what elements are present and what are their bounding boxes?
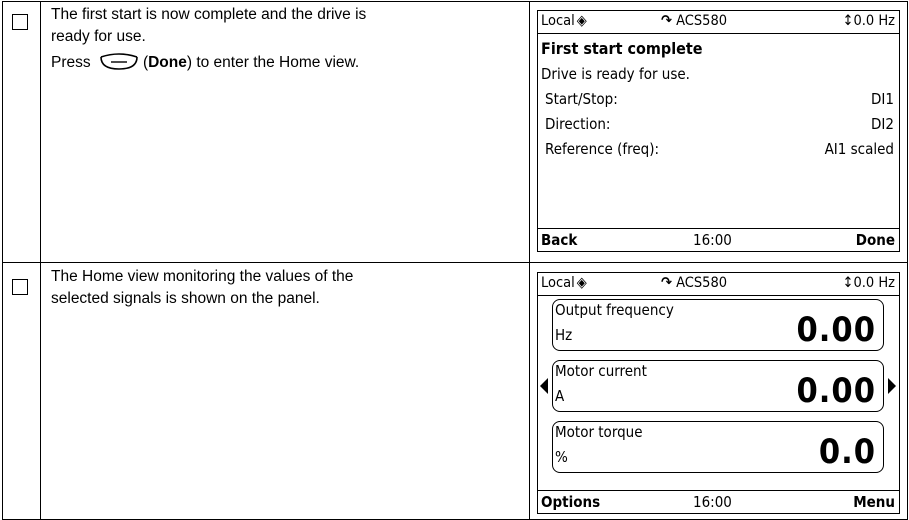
done-softkey[interactable]: Done: [856, 231, 895, 249]
step-checkbox-1[interactable]: [12, 14, 28, 30]
instruction-text-1: The first start is now complete and the …: [51, 4, 521, 78]
signal-name: Output frequency: [555, 301, 674, 319]
instruction-text-2: The Home view monitoring the values of t…: [51, 266, 521, 310]
instruction-line: selected signals is shown on the panel.: [51, 290, 320, 307]
panel-heading: First start complete: [541, 39, 703, 58]
control-location: Local ◈: [541, 13, 587, 29]
panel-status-bar: Local ◈ ↷ ACS580 ↕0.0 Hz: [538, 11, 899, 34]
signal-value: 0.0: [818, 432, 876, 472]
press-prefix: Press: [51, 54, 91, 71]
setting-label: Direction:: [545, 115, 611, 133]
signal-box-motor-current: Motor current A 0.00: [552, 360, 884, 412]
clock: 16:00: [693, 231, 732, 249]
back-softkey[interactable]: Back: [541, 231, 577, 249]
reference-value: ↕0.0 Hz: [842, 13, 895, 29]
signal-unit: Hz: [555, 326, 573, 344]
press-done-instruction: Press (Done) to enter the Home view.: [51, 51, 521, 78]
table-column-divider-1: [40, 1, 41, 520]
signal-value: 0.00: [796, 310, 876, 350]
table-left-border: [2, 1, 3, 520]
control-location: Local ◈: [541, 275, 587, 291]
scroll-left-arrow-icon[interactable]: [540, 378, 548, 394]
panel-softkey-bar: Options 16:00 Menu: [538, 490, 899, 513]
panel-status-bar: Local ◈ ↷ ACS580 ↕0.0 Hz: [538, 273, 899, 296]
instruction-line: The first start is now complete and the …: [51, 6, 367, 23]
table-top-border: [2, 1, 908, 2]
table-column-divider-2: [529, 1, 530, 520]
control-panel-display-1: Local ◈ ↷ ACS580 ↕0.0 Hz First start comp…: [537, 10, 900, 252]
signal-box-motor-torque: Motor torque % 0.0: [552, 421, 884, 473]
instruction-line: The Home view monitoring the values of t…: [51, 268, 354, 285]
signal-box-output-frequency: Output frequency Hz 0.00: [552, 299, 884, 351]
signal-unit: A: [555, 387, 565, 405]
rotation-arrow-icon: ↷: [661, 275, 672, 291]
softkey-icon: [99, 51, 139, 78]
setting-value: DI2: [871, 115, 894, 133]
rotation-arrow-icon: ↷: [661, 13, 672, 29]
clock: 16:00: [693, 493, 732, 511]
local-control-icon: ◈: [576, 13, 587, 29]
setting-value: DI1: [871, 90, 894, 108]
options-softkey[interactable]: Options: [541, 493, 600, 511]
signal-value: 0.00: [796, 371, 876, 411]
control-panel-display-2: Local ◈ ↷ ACS580 ↕0.0 Hz Output frequency…: [537, 272, 900, 514]
press-suffix: to enter the Home view.: [196, 54, 360, 71]
panel-message: Drive is ready for use.: [541, 65, 690, 83]
signal-name: Motor current: [555, 362, 647, 380]
signal-unit: %: [555, 448, 568, 466]
done-key-label: Done: [148, 54, 187, 71]
drive-name: ↷ ACS580: [661, 13, 728, 29]
reference-value: ↕0.0 Hz: [842, 275, 895, 291]
local-control-icon: ◈: [576, 275, 587, 291]
signal-name: Motor torque: [555, 423, 643, 441]
instruction-line: ready for use.: [51, 28, 146, 45]
setting-label: Reference (freq):: [545, 140, 660, 158]
menu-softkey[interactable]: Menu: [853, 493, 895, 511]
panel-softkey-bar: Back 16:00 Done: [538, 228, 899, 251]
setting-label: Start/Stop:: [545, 90, 618, 108]
table-row-divider: [2, 262, 908, 263]
setting-value: AI1 scaled: [824, 140, 894, 158]
drive-name: ↷ ACS580: [661, 275, 728, 291]
table-right-border: [907, 1, 908, 520]
step-checkbox-2[interactable]: [12, 279, 28, 295]
scroll-right-arrow-icon[interactable]: [888, 378, 896, 394]
